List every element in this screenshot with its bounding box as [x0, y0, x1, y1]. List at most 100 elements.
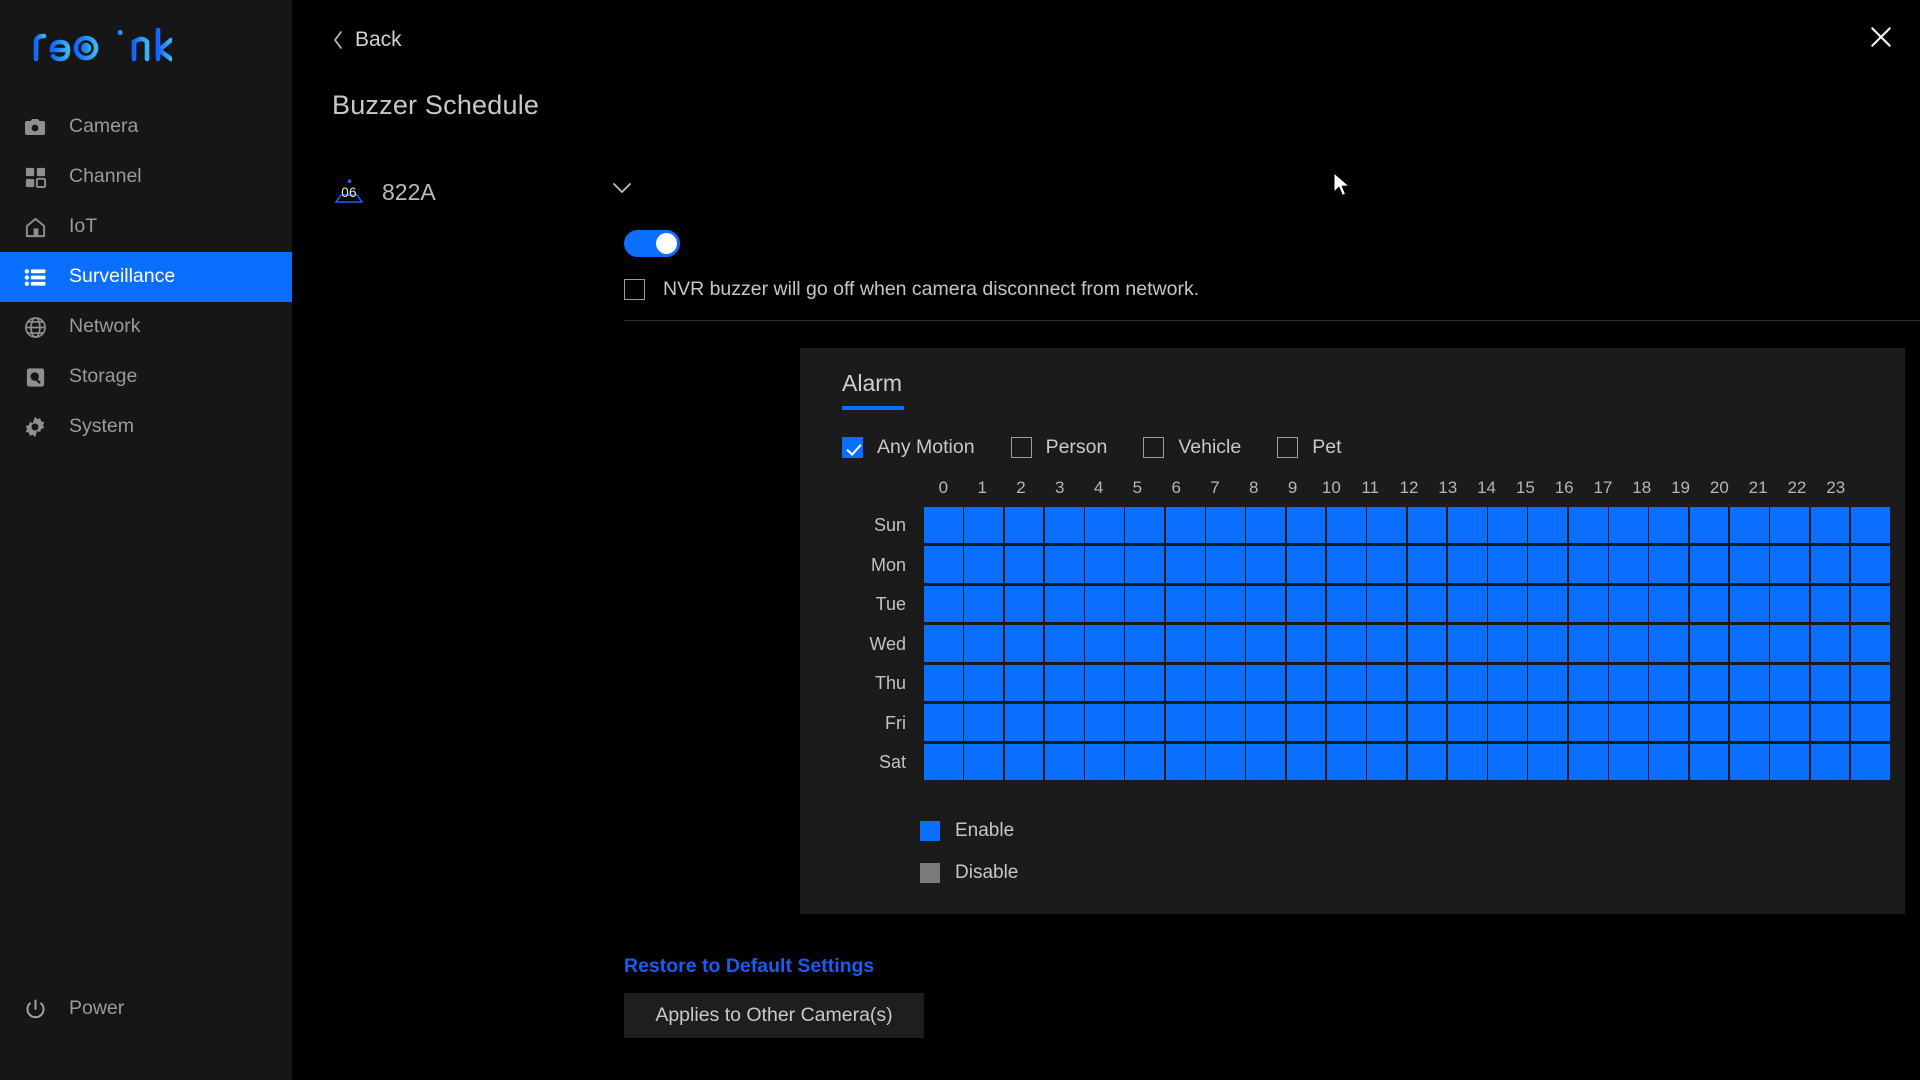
schedule-cell[interactable]: [1609, 743, 1648, 780]
schedule-cell[interactable]: [1004, 585, 1044, 622]
schedule-cell[interactable]: [1407, 506, 1447, 543]
schedule-cell[interactable]: [1609, 704, 1648, 741]
schedule-cell[interactable]: [1528, 743, 1568, 780]
schedule-cell[interactable]: [1447, 704, 1487, 741]
schedule-cell[interactable]: [964, 546, 1004, 583]
schedule-cell[interactable]: [1528, 506, 1568, 543]
schedule-cell[interactable]: [1286, 625, 1326, 662]
schedule-cell[interactable]: [1770, 625, 1810, 662]
schedule-cell[interactable]: [1447, 585, 1487, 622]
schedule-cell[interactable]: [1810, 743, 1850, 780]
schedule-cell[interactable]: [1528, 585, 1568, 622]
schedule-cell[interactable]: [1125, 704, 1165, 741]
schedule-cell[interactable]: [1206, 506, 1245, 543]
schedule-cell[interactable]: [1206, 704, 1245, 741]
schedule-cell[interactable]: [1125, 625, 1165, 662]
schedule-cell[interactable]: [924, 625, 963, 662]
schedule-cell[interactable]: [1165, 743, 1205, 780]
schedule-cell[interactable]: [1165, 506, 1205, 543]
schedule-cell[interactable]: [1488, 704, 1527, 741]
schedule-cell[interactable]: [1810, 546, 1850, 583]
schedule-cell[interactable]: [1206, 625, 1245, 662]
sidebar-item-iot[interactable]: IoT: [0, 202, 292, 252]
schedule-cell[interactable]: [924, 546, 963, 583]
schedule-cell[interactable]: [1246, 743, 1286, 780]
schedule-cell[interactable]: [1447, 506, 1487, 543]
schedule-cell[interactable]: [1770, 704, 1810, 741]
sidebar-item-surveillance[interactable]: Surveillance: [0, 252, 292, 302]
schedule-cell[interactable]: [1286, 743, 1326, 780]
schedule-cell[interactable]: [1367, 625, 1407, 662]
schedule-cell[interactable]: [1770, 743, 1810, 780]
schedule-cell[interactable]: [1528, 704, 1568, 741]
schedule-cell[interactable]: [1447, 664, 1487, 701]
schedule-cell[interactable]: [1568, 625, 1608, 662]
schedule-cell[interactable]: [1528, 546, 1568, 583]
schedule-cell[interactable]: [1246, 704, 1286, 741]
schedule-cell[interactable]: [1568, 743, 1608, 780]
sidebar-item-channel[interactable]: Channel: [0, 152, 292, 202]
schedule-cell[interactable]: [1689, 506, 1729, 543]
tab-alarm[interactable]: Alarm: [842, 370, 904, 410]
schedule-cell[interactable]: [1810, 704, 1850, 741]
schedule-cell[interactable]: [1206, 546, 1245, 583]
schedule-cell[interactable]: [1125, 743, 1165, 780]
schedule-cell[interactable]: [924, 664, 963, 701]
filter-vehicle-checkbox[interactable]: [1143, 437, 1165, 458]
schedule-cell[interactable]: [1407, 585, 1447, 622]
schedule-cell[interactable]: [1044, 743, 1084, 780]
schedule-cell[interactable]: [1488, 625, 1527, 662]
schedule-cell[interactable]: [1044, 585, 1084, 622]
schedule-cell[interactable]: [1085, 585, 1124, 622]
schedule-cell[interactable]: [1729, 585, 1769, 622]
schedule-cell[interactable]: [964, 506, 1004, 543]
nvr-disconnect-row[interactable]: NVR buzzer will go off when camera disco…: [624, 278, 1199, 301]
schedule-cell[interactable]: [1206, 743, 1245, 780]
schedule-cell[interactable]: [1729, 625, 1769, 662]
schedule-cell[interactable]: [1044, 704, 1084, 741]
schedule-cell[interactable]: [1125, 546, 1165, 583]
schedule-cell[interactable]: [1770, 664, 1810, 701]
schedule-cell[interactable]: [964, 743, 1004, 780]
schedule-cell[interactable]: [1850, 585, 1890, 622]
schedule-cell[interactable]: [1568, 506, 1608, 543]
schedule-cell[interactable]: [1488, 743, 1527, 780]
schedule-cell[interactable]: [1085, 704, 1124, 741]
schedule-cell[interactable]: [1609, 664, 1648, 701]
filter-person[interactable]: Person: [1010, 436, 1107, 459]
schedule-cell[interactable]: [1729, 664, 1769, 701]
schedule-cell[interactable]: [1044, 506, 1084, 543]
schedule-cell[interactable]: [1729, 506, 1769, 543]
schedule-cell[interactable]: [924, 704, 963, 741]
schedule-cell[interactable]: [1850, 625, 1890, 662]
apply-to-other-cameras-button[interactable]: Applies to Other Camera(s): [624, 993, 924, 1038]
restore-defaults-link[interactable]: Restore to Default Settings: [624, 955, 874, 978]
schedule-cell[interactable]: [1246, 585, 1286, 622]
schedule-cell[interactable]: [924, 506, 963, 543]
schedule-cell[interactable]: [1810, 625, 1850, 662]
schedule-cell[interactable]: [1689, 546, 1729, 583]
schedule-cell[interactable]: [1085, 664, 1124, 701]
schedule-cell[interactable]: [1004, 743, 1044, 780]
close-button[interactable]: [1864, 22, 1898, 56]
schedule-cell[interactable]: [1367, 743, 1407, 780]
schedule-cell[interactable]: [1810, 664, 1850, 701]
schedule-cell[interactable]: [1649, 546, 1689, 583]
schedule-cell[interactable]: [1850, 506, 1890, 543]
schedule-cell[interactable]: [1286, 546, 1326, 583]
schedule-cell[interactable]: [1850, 664, 1890, 701]
schedule-cell[interactable]: [1810, 585, 1850, 622]
schedule-cell[interactable]: [1085, 546, 1124, 583]
schedule-cell[interactable]: [1568, 664, 1608, 701]
schedule-cell[interactable]: [1850, 704, 1890, 741]
schedule-cell[interactable]: [1649, 664, 1689, 701]
schedule-cell[interactable]: [1206, 585, 1245, 622]
schedule-cell[interactable]: [924, 585, 963, 622]
schedule-cell[interactable]: [1165, 585, 1205, 622]
filter-vehicle[interactable]: Vehicle: [1143, 436, 1241, 459]
schedule-cell[interactable]: [1528, 625, 1568, 662]
schedule-cell[interactable]: [1649, 506, 1689, 543]
schedule-cell[interactable]: [1649, 585, 1689, 622]
back-button[interactable]: Back: [332, 28, 402, 52]
schedule-cell[interactable]: [1326, 625, 1366, 662]
